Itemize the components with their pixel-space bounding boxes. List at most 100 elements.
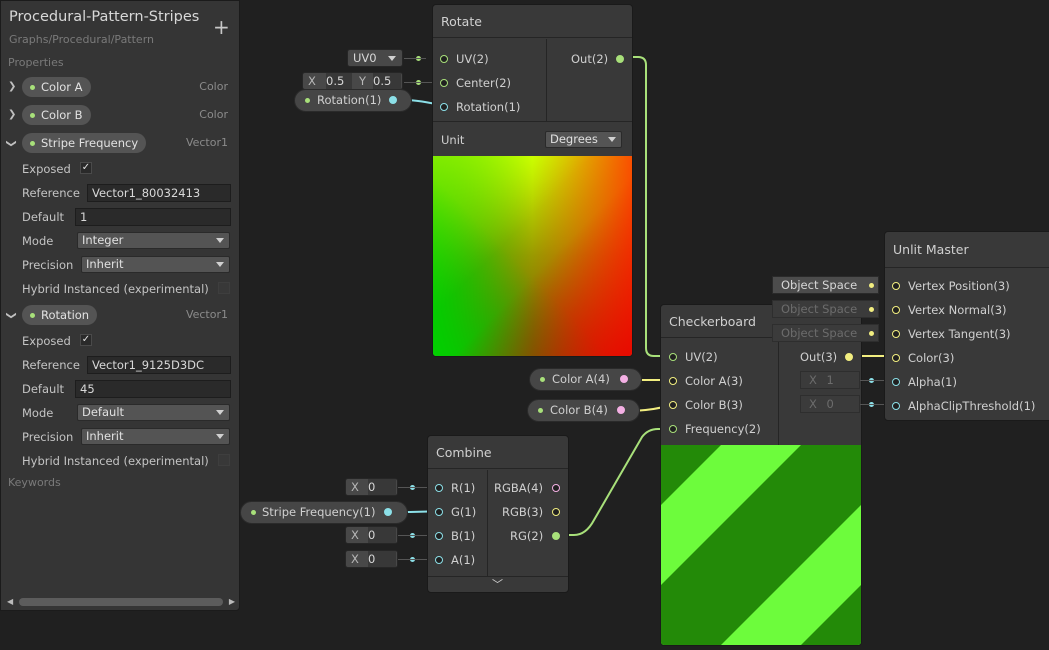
- connector-line: [398, 535, 427, 536]
- dropdown-value: Degrees: [550, 132, 598, 146]
- checkerboard-node[interactable]: Checkerboard UV(2) Color A(3) Color B(3)…: [660, 304, 862, 646]
- dropdown-arrow-icon: [608, 137, 616, 142]
- input-port-vertex-normal[interactable]: [892, 306, 900, 314]
- input-port-r[interactable]: [435, 484, 443, 492]
- input-label: Vertex Normal(3): [908, 303, 1007, 317]
- alpha-clip-input[interactable]: X 0: [800, 395, 860, 413]
- input-port-a[interactable]: [435, 556, 443, 564]
- center-x-field[interactable]: 0.5: [326, 73, 352, 89]
- wire-rg-to-frequency: [560, 428, 672, 536]
- input-label: Vertex Position(3): [908, 279, 1010, 293]
- property-node-stripe-frequency[interactable]: Stripe Frequency(1): [240, 501, 408, 524]
- x-label: X: [308, 74, 316, 88]
- property-node-label: Stripe Frequency(1): [262, 505, 376, 519]
- input-port-vertex-position[interactable]: [892, 282, 900, 290]
- divider: [487, 470, 488, 576]
- uv-channel-dropdown[interactable]: UV0: [347, 49, 403, 67]
- connector-line: [860, 380, 884, 381]
- property-dot-icon: [251, 510, 256, 515]
- output-label: Out(2): [571, 52, 609, 66]
- output-port-out[interactable]: [616, 55, 624, 63]
- rotate-preview: [433, 156, 632, 356]
- x-label: X: [351, 528, 359, 542]
- r-input[interactable]: X0: [345, 478, 398, 496]
- input-port-color[interactable]: [892, 354, 900, 362]
- input-label: Center(2): [456, 76, 511, 90]
- property-output-port[interactable]: [617, 406, 625, 414]
- alpha-clip-value[interactable]: 0: [821, 397, 834, 411]
- divider: [433, 121, 632, 122]
- input-label: UV(2): [685, 350, 718, 364]
- node-title[interactable]: Rotate: [433, 5, 632, 38]
- property-node-color-a[interactable]: Color A(4): [529, 368, 642, 391]
- preview-stripes: [661, 445, 861, 645]
- output-port-rgb[interactable]: [552, 508, 560, 516]
- input-port-rotation[interactable]: [440, 103, 448, 111]
- property-dot-icon: [540, 377, 545, 382]
- property-output-port[interactable]: [389, 96, 397, 104]
- input-label: Frequency(2): [685, 422, 761, 436]
- property-node-label: Color A(4): [552, 372, 610, 386]
- a-value-field[interactable]: 0: [368, 551, 396, 567]
- connector-line: [404, 58, 426, 59]
- output-port-out[interactable]: [845, 353, 853, 361]
- input-port-vertex-tangent[interactable]: [892, 330, 900, 338]
- b-input[interactable]: X0: [345, 526, 398, 544]
- property-node-label: Rotation(1): [317, 93, 382, 107]
- r-value-field[interactable]: 0: [368, 479, 396, 495]
- dropdown-value: UV0: [353, 51, 377, 65]
- input-label: B(1): [451, 529, 476, 543]
- unit-dropdown[interactable]: Degrees: [545, 131, 622, 148]
- connector-dot-icon: [869, 307, 874, 312]
- input-port-frequency[interactable]: [669, 425, 677, 433]
- output-port-rgba[interactable]: [552, 484, 560, 492]
- node-title[interactable]: Unlit Master: [885, 232, 1049, 268]
- input-label: AlphaClipThreshold(1): [908, 399, 1036, 413]
- property-output-port[interactable]: [620, 375, 628, 383]
- unit-label: Unit: [441, 133, 465, 147]
- input-port-uv[interactable]: [440, 55, 448, 63]
- input-port-g[interactable]: [435, 508, 443, 516]
- b-value-field[interactable]: 0: [368, 527, 396, 543]
- property-output-port[interactable]: [384, 508, 392, 516]
- input-port-alpha[interactable]: [892, 378, 900, 386]
- input-label: Alpha(1): [908, 375, 957, 389]
- output-label: RGB(3): [502, 505, 544, 519]
- dropdown-arrow-icon: [388, 56, 396, 61]
- input-label: G(1): [451, 505, 477, 519]
- divider: [778, 339, 779, 445]
- rotate-node[interactable]: Rotate UV(2) Center(2) Rotation(1) Out(2…: [432, 4, 633, 357]
- input-port-color-b[interactable]: [669, 401, 677, 409]
- input-label: A(1): [451, 553, 476, 567]
- property-node-rotation[interactable]: Rotation(1): [294, 89, 412, 112]
- unlit-master-node[interactable]: Unlit Master Vertex Position(3) Vertex N…: [884, 231, 1049, 421]
- output-port-rg[interactable]: [552, 532, 560, 540]
- input-port-center[interactable]: [440, 79, 448, 87]
- input-label: Rotation(1): [456, 100, 521, 114]
- alpha-input[interactable]: X 1: [800, 371, 860, 389]
- output-label: Out(3): [800, 350, 838, 364]
- input-port-uv[interactable]: [669, 353, 677, 361]
- space-dropdown-position[interactable]: Object Space: [772, 276, 879, 294]
- input-label: Vertex Tangent(3): [908, 327, 1011, 341]
- property-node-color-b[interactable]: Color B(4): [527, 399, 640, 422]
- property-dot-icon: [305, 98, 310, 103]
- space-dropdown-normal[interactable]: Object Space: [772, 300, 879, 318]
- input-label: Color B(3): [685, 398, 743, 412]
- center-input[interactable]: X 0.5 Y 0.5: [302, 72, 403, 90]
- x-label: X: [809, 397, 817, 411]
- connector-line: [860, 404, 884, 405]
- input-label: Color(3): [908, 351, 955, 365]
- checkerboard-preview: [661, 445, 861, 645]
- input-port-alpha-clip[interactable]: [892, 402, 900, 410]
- input-port-b[interactable]: [435, 532, 443, 540]
- input-port-color-a[interactable]: [669, 377, 677, 385]
- center-y-field[interactable]: 0.5: [373, 73, 401, 89]
- a-input[interactable]: X0: [345, 550, 398, 568]
- combine-node[interactable]: Combine R(1) G(1) B(1) A(1) RGBA(4) RGB(…: [427, 435, 569, 593]
- space-dropdown-tangent[interactable]: Object Space: [772, 324, 879, 342]
- x-label: X: [351, 480, 359, 494]
- node-title[interactable]: Combine: [428, 436, 568, 469]
- alpha-value[interactable]: 1: [821, 373, 834, 387]
- chevron-down-icon[interactable]: ﹀: [492, 576, 503, 592]
